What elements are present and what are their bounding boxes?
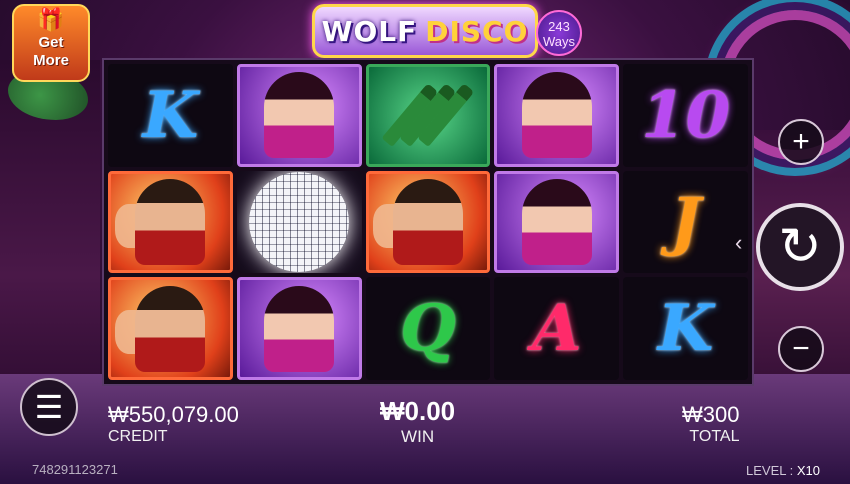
total-label: TOTAL	[689, 428, 740, 445]
symbol-man	[108, 277, 233, 380]
symbol-man	[365, 170, 491, 274]
lady-portrait	[264, 72, 335, 159]
man-portrait	[135, 178, 206, 265]
reel-grid: K 10 J Q A K	[102, 58, 754, 386]
lady-portrait	[521, 178, 592, 265]
level-value: X10	[796, 463, 820, 478]
symbol-card-k: K	[108, 64, 233, 167]
decrease-bet-button[interactable]: −	[778, 326, 824, 372]
gift-icon: 🎁	[37, 7, 65, 32]
win-label: WIN	[401, 427, 435, 446]
card-letter: A	[531, 291, 582, 367]
symbol-lady	[494, 170, 620, 274]
win-value: ₩0.00	[380, 396, 456, 426]
logo-word-disco: DISCO	[425, 14, 529, 48]
level-indicator: LEVEL : X10	[746, 463, 820, 478]
game-logo: WOLF DISCO	[312, 4, 538, 58]
lady-portrait	[264, 285, 335, 372]
card-letter: Q	[400, 291, 456, 367]
get-more-button[interactable]: 🎁 Get More	[12, 4, 90, 82]
total-bet-display: ₩300 TOTAL	[682, 402, 739, 446]
man-portrait	[135, 285, 206, 372]
card-letter: K	[142, 77, 199, 153]
spin-icon: ↻	[778, 218, 822, 276]
plus-icon: +	[792, 125, 810, 158]
menu-icon: ☰	[34, 389, 64, 425]
increase-bet-button[interactable]: +	[778, 119, 824, 165]
symbol-card-q: Q	[365, 277, 491, 380]
symbol-card-k: K	[623, 277, 748, 380]
total-value: ₩300	[682, 402, 740, 427]
man-portrait	[392, 178, 463, 265]
get-more-label: Get More	[33, 34, 69, 69]
logo-word-wolf: WOLF	[321, 14, 418, 48]
card-letter: J	[670, 184, 701, 260]
symbol-bottles	[365, 64, 491, 167]
minus-icon: −	[792, 332, 810, 365]
symbol-card-a: A	[494, 277, 620, 380]
level-label: LEVEL :	[746, 463, 794, 478]
disco-ball-icon	[249, 171, 350, 272]
lady-portrait	[521, 72, 592, 159]
symbol-disco-ball	[236, 170, 362, 274]
credit-display: ₩550,079.00 CREDIT	[108, 402, 239, 446]
spin-button[interactable]: ↻	[756, 203, 844, 291]
card-letter: K	[657, 291, 714, 367]
symbol-man	[108, 170, 233, 274]
card-letter: 10	[641, 77, 731, 153]
symbol-lady	[494, 64, 620, 167]
win-display: ₩0.00 WIN	[380, 396, 455, 447]
symbol-card-10: 10	[623, 64, 748, 167]
chevron-left-icon[interactable]: ‹	[735, 230, 742, 256]
symbol-lady	[236, 64, 362, 167]
menu-button[interactable]: ☰	[20, 378, 78, 436]
credit-label: CREDIT	[108, 428, 168, 445]
ways-badge: 243 Ways	[536, 10, 582, 56]
symbol-lady	[236, 277, 362, 380]
round-id: 748291123271	[32, 462, 118, 477]
symbol-card-j: J	[623, 170, 748, 274]
credit-value: ₩550,079.00	[108, 402, 239, 427]
